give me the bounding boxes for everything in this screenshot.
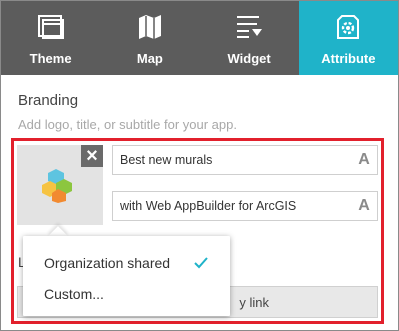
menu-item-label: Organization shared xyxy=(44,255,171,271)
menu-item-organization-shared[interactable]: Organization shared xyxy=(23,248,230,278)
logo-upload-box[interactable]: × xyxy=(17,145,103,225)
menu-item-label: Custom... xyxy=(44,286,104,302)
widget-icon xyxy=(235,14,263,40)
tab-attribute-label: Attribute xyxy=(321,51,376,66)
attribute-gear-icon xyxy=(335,14,361,40)
tab-map-label: Map xyxy=(136,51,163,66)
title-field-value: Best new murals xyxy=(120,153,213,167)
title-field[interactable]: Best new murals A xyxy=(112,145,378,175)
branding-title: Branding xyxy=(18,92,79,109)
branding-description: Add logo, title, or subtitle for your ap… xyxy=(18,117,237,132)
remove-logo-button[interactable]: × xyxy=(81,145,103,167)
menu-item-custom[interactable]: Custom... xyxy=(23,279,230,309)
close-icon: × xyxy=(86,145,98,167)
check-icon xyxy=(194,256,208,272)
add-link-label: y link xyxy=(239,294,269,310)
tab-theme-label: Theme xyxy=(29,51,72,66)
map-icon xyxy=(137,14,163,40)
theme-icon xyxy=(37,14,65,40)
tab-widget-label: Widget xyxy=(227,51,271,66)
logo-source-menu: Organization shared Custom... xyxy=(23,236,230,316)
tab-bar: Theme Map Widget Attribute xyxy=(1,1,398,75)
subtitle-field[interactable]: with Web AppBuilder for ArcGIS A xyxy=(112,191,378,221)
tab-theme[interactable]: Theme xyxy=(1,1,100,75)
tab-attribute[interactable]: Attribute xyxy=(298,1,398,75)
subtitle-font-button[interactable]: A xyxy=(351,197,377,215)
title-font-button[interactable]: A xyxy=(351,151,377,169)
tab-map[interactable]: Map xyxy=(100,1,199,75)
subtitle-field-value: with Web AppBuilder for ArcGIS xyxy=(120,199,297,213)
tab-widget[interactable]: Widget xyxy=(200,1,299,75)
app-logo-icon xyxy=(42,167,78,208)
